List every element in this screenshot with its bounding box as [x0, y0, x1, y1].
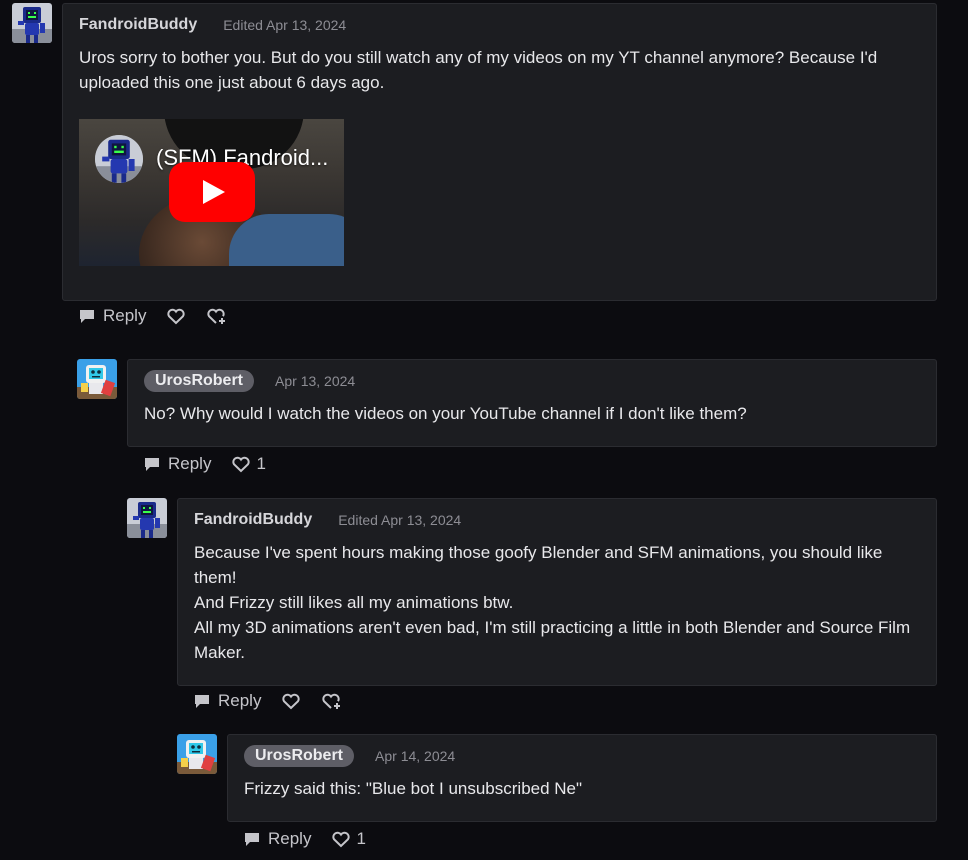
comment-body: Because I've spent hours making those go… [194, 540, 919, 665]
comment-card: FandroidBuddy Edited Apr 13, 2024 Becaus… [177, 498, 937, 686]
speech-bubble-icon [193, 692, 211, 710]
heart-icon [281, 691, 301, 711]
reply-button[interactable]: Reply [193, 691, 261, 711]
avatar[interactable] [77, 359, 117, 399]
heart-icon [166, 306, 186, 326]
comment-date: Apr 14, 2024 [375, 748, 456, 764]
comment-actions: Reply 1 [143, 454, 266, 474]
reply-label: Reply [268, 829, 312, 848]
avatar[interactable] [12, 3, 52, 43]
comment-date: Edited Apr 13, 2024 [338, 512, 462, 528]
like-button[interactable]: 1 [231, 454, 266, 474]
like-button[interactable]: 1 [331, 829, 366, 849]
like-button[interactable] [166, 306, 186, 326]
speech-bubble-icon [143, 455, 161, 473]
heart-icon [231, 454, 251, 474]
like-count: 1 [356, 829, 366, 848]
avatar[interactable] [127, 498, 167, 538]
comment-line: All my 3D animations aren't even bad, I'… [194, 618, 911, 662]
reply-label: Reply [103, 306, 147, 325]
comment-author[interactable]: UrosRobert [144, 370, 255, 392]
speech-bubble-icon [243, 830, 261, 848]
reply-label: Reply [218, 691, 262, 710]
reply-button[interactable]: Reply [243, 829, 311, 849]
comment-actions: Reply [193, 691, 343, 711]
reply-button[interactable]: Reply [143, 454, 211, 474]
comment-card: UrosRobert Apr 13, 2024 No? Why would I … [127, 359, 937, 447]
comment-line: And Frizzy still likes all my animations… [194, 593, 514, 612]
award-button[interactable] [206, 306, 228, 326]
comment-author[interactable]: FandroidBuddy [79, 16, 197, 34]
video-thumbnail-shoulder [229, 214, 344, 266]
comment-line: Uros sorry to bother you. But do you sti… [79, 48, 878, 92]
comment-card: UrosRobert Apr 14, 2024 Frizzy said this… [227, 734, 937, 822]
heart-plus-icon [206, 306, 228, 326]
comment-line: Because I've spent hours making those go… [194, 543, 883, 587]
comment-actions: Reply 1 [243, 829, 366, 849]
avatar[interactable] [177, 734, 217, 774]
play-button-icon[interactable] [169, 162, 255, 222]
award-button[interactable] [321, 691, 343, 711]
comment-date: Apr 13, 2024 [275, 373, 356, 389]
youtube-video-embed[interactable]: (SFM) Fandroid... [79, 119, 344, 266]
comment-author[interactable]: UrosRobert [244, 745, 355, 767]
channel-avatar[interactable] [95, 135, 143, 183]
reply-button[interactable]: Reply [78, 306, 146, 326]
comment-line: No? Why would I watch the videos on your… [144, 404, 747, 423]
heart-icon [331, 829, 351, 849]
comment-date: Edited Apr 13, 2024 [223, 17, 347, 33]
comment-line: Frizzy said this: "Blue bot I unsubscrib… [244, 779, 583, 798]
speech-bubble-icon [78, 307, 96, 325]
comment-card: FandroidBuddy Edited Apr 13, 2024 Uros s… [62, 3, 937, 301]
comment-actions: Reply [78, 306, 228, 326]
heart-plus-icon [321, 691, 343, 711]
comment-body: Uros sorry to bother you. But do you sti… [79, 45, 924, 95]
comment-body: No? Why would I watch the videos on your… [144, 401, 924, 426]
reply-label: Reply [168, 454, 212, 473]
comment-body: Frizzy said this: "Blue bot I unsubscrib… [244, 776, 924, 801]
comment-author[interactable]: FandroidBuddy [194, 511, 312, 529]
like-button[interactable] [281, 691, 301, 711]
like-count: 1 [256, 454, 266, 473]
